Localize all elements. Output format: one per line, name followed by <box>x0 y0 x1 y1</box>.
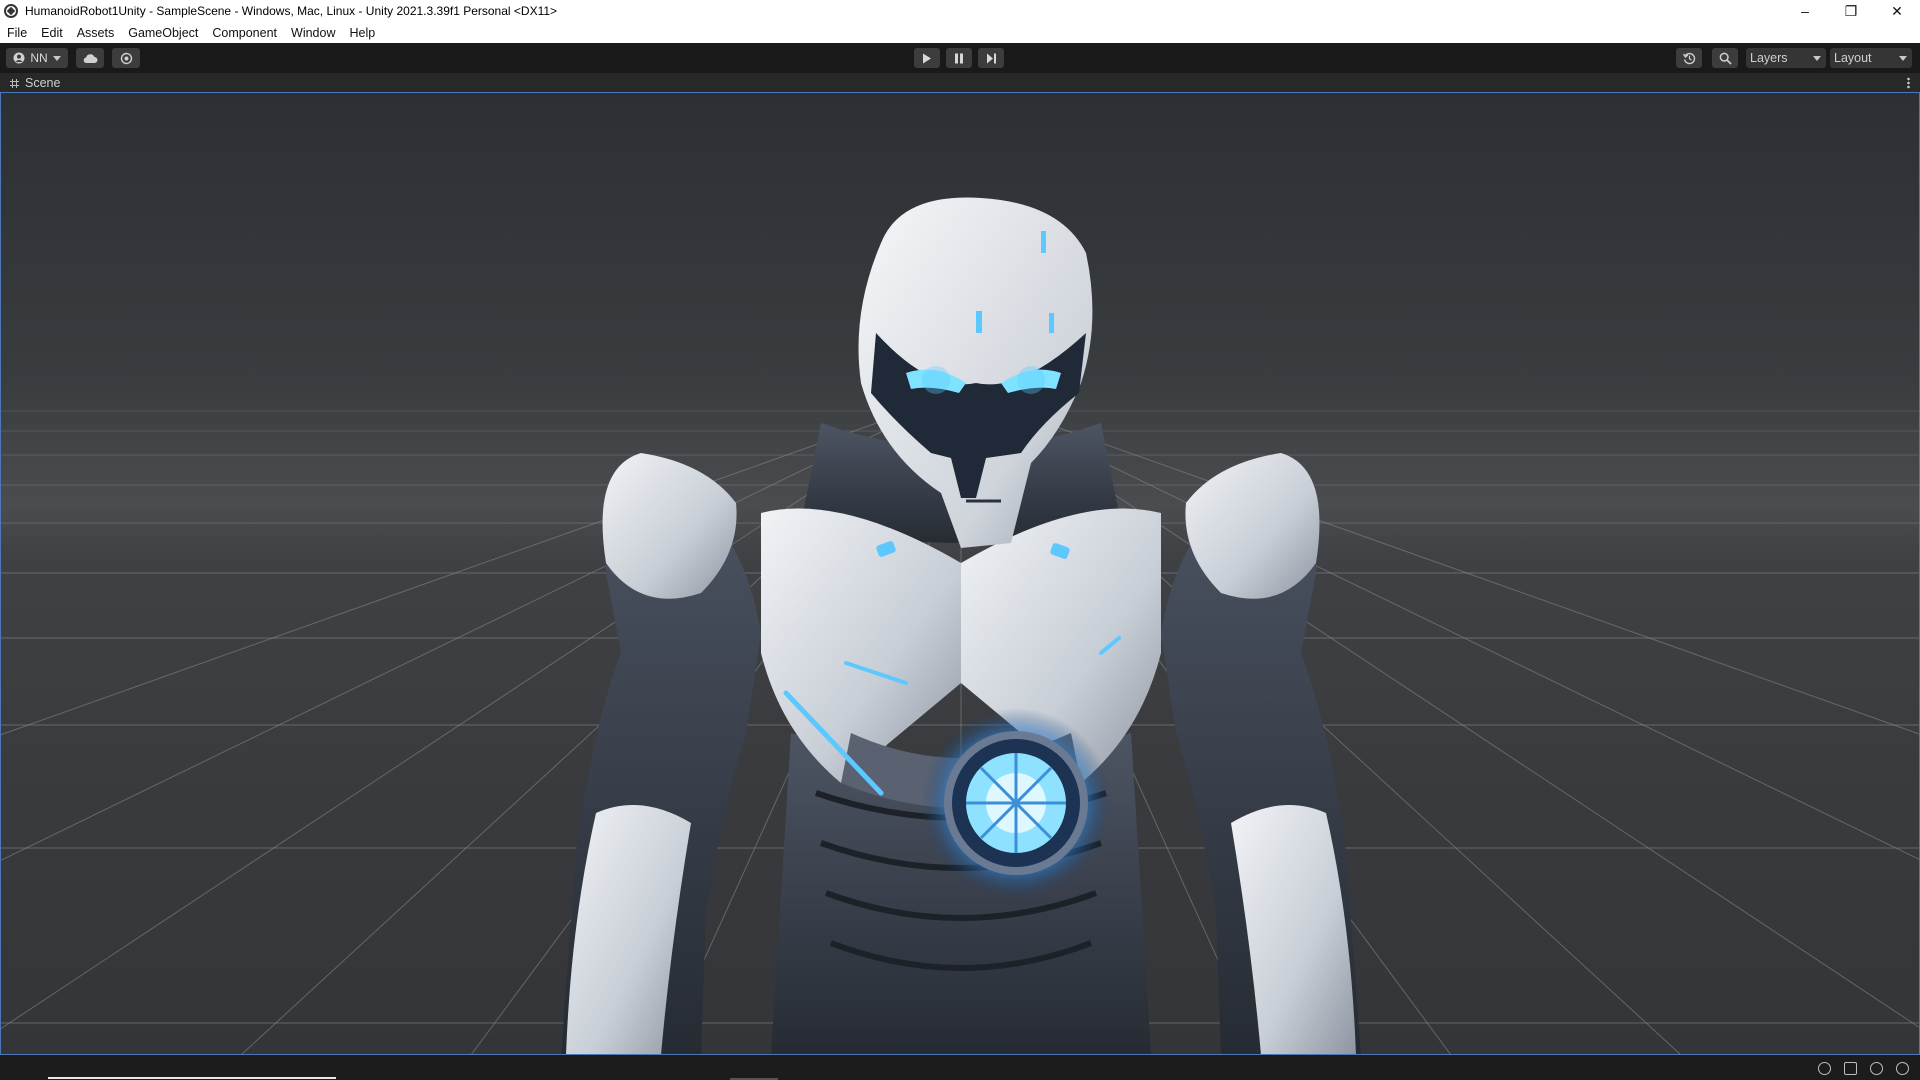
window-title: HumanoidRobot1Unity - SampleScene - Wind… <box>25 4 558 18</box>
collab-icon <box>120 52 132 64</box>
scene-render <box>1 197 1919 1054</box>
menu-component[interactable]: Component <box>205 26 284 40</box>
scene-tab-label: Scene <box>25 76 61 90</box>
kebab-menu-icon[interactable] <box>1907 77 1910 89</box>
pause-icon <box>955 53 963 63</box>
close-button[interactable]: ✕ <box>1874 0 1920 22</box>
scene-tab-bar: Scene <box>0 73 1920 93</box>
unity-logo-icon <box>4 4 18 18</box>
chevron-down-icon <box>1899 56 1907 61</box>
main-toolbar: NN Layers Layout <box>0 43 1920 73</box>
collab-button[interactable] <box>112 48 140 68</box>
menu-assets[interactable]: Assets <box>70 26 122 40</box>
menu-file[interactable]: File <box>0 26 34 40</box>
progress-indicator <box>48 1077 336 1079</box>
menu-bar: File Edit Assets GameObject Component Wi… <box>0 22 1920 43</box>
status-bar <box>0 1055 1920 1080</box>
search-button[interactable] <box>1712 48 1738 68</box>
scene-viewport[interactable] <box>0 93 1920 1055</box>
robot-model <box>561 197 1361 1054</box>
bug-icon[interactable] <box>1818 1062 1831 1075</box>
menu-help[interactable]: Help <box>342 26 382 40</box>
account-icon <box>13 52 25 64</box>
history-icon <box>1682 52 1695 64</box>
window-title-bar: HumanoidRobot1Unity - SampleScene - Wind… <box>0 0 1920 22</box>
minimize-button[interactable]: – <box>1782 0 1828 22</box>
account-label: NN <box>30 51 48 65</box>
check-circle-icon[interactable] <box>1896 1062 1909 1075</box>
step-icon <box>986 53 996 63</box>
chevron-down-icon <box>52 55 61 61</box>
database-icon[interactable] <box>1844 1062 1857 1075</box>
search-icon <box>1719 52 1732 65</box>
play-icon <box>923 53 931 63</box>
pause-button[interactable] <box>946 48 972 68</box>
restore-button[interactable]: ❐ <box>1828 0 1874 22</box>
undo-history-button[interactable] <box>1676 48 1702 68</box>
layout-dropdown[interactable]: Layout <box>1830 48 1912 68</box>
layers-dropdown[interactable]: Layers <box>1746 48 1826 68</box>
network-icon[interactable] <box>1870 1062 1883 1075</box>
menu-gameobject[interactable]: GameObject <box>121 26 205 40</box>
step-button[interactable] <box>978 48 1004 68</box>
layers-label: Layers <box>1750 51 1788 65</box>
cloud-icon <box>83 53 98 63</box>
menu-window[interactable]: Window <box>284 26 342 40</box>
tab-scene[interactable]: Scene <box>0 73 60 93</box>
chevron-down-icon <box>1813 56 1821 61</box>
account-dropdown[interactable]: NN <box>6 48 68 68</box>
play-button[interactable] <box>914 48 940 68</box>
layout-label: Layout <box>1834 51 1872 65</box>
grid-icon <box>10 78 19 88</box>
menu-edit[interactable]: Edit <box>34 26 70 40</box>
cloud-button[interactable] <box>76 48 104 68</box>
